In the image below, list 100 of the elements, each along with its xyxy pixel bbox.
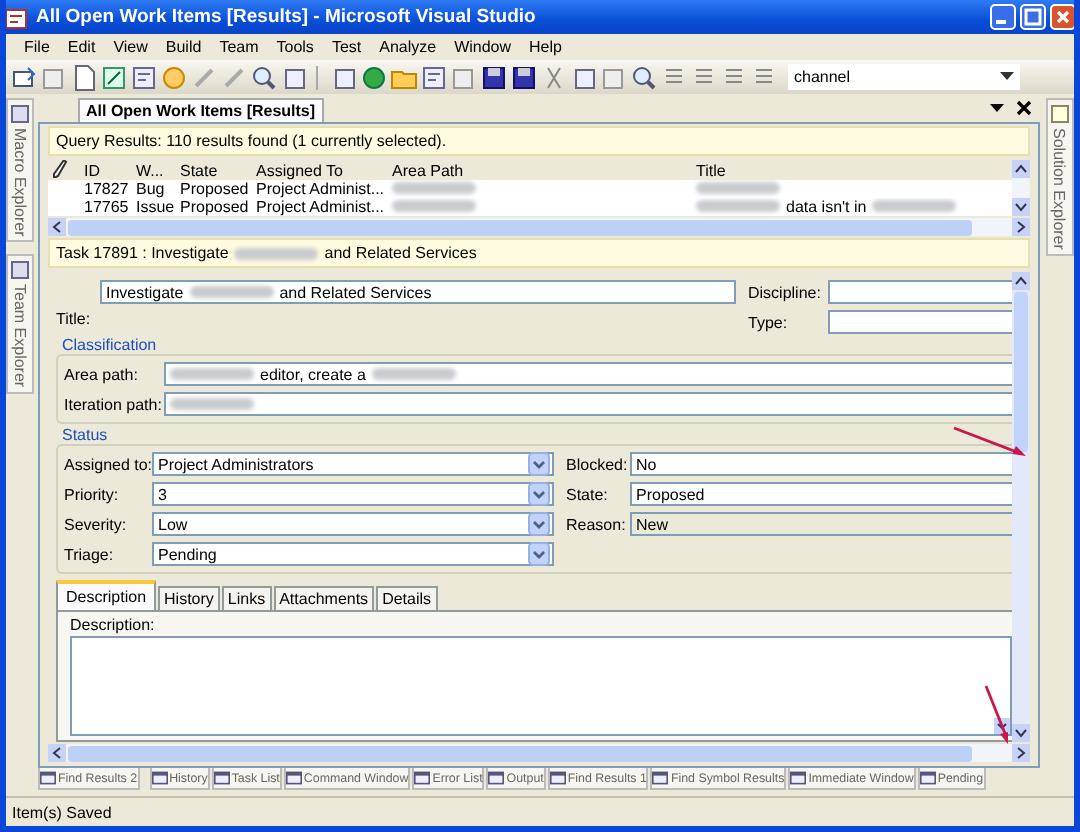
tab[interactable]: Description <box>56 580 157 610</box>
window-icon <box>213 770 230 786</box>
arrow-annotation <box>950 424 1030 460</box>
tab[interactable]: Attachments <box>273 586 375 610</box>
field-label: Assigned to: <box>64 455 152 473</box>
table-cell: Project Administ... <box>256 180 385 198</box>
dropdown-button-icon[interactable] <box>528 452 550 476</box>
text-field[interactable] <box>828 280 1012 304</box>
document-tab[interactable]: All Open Work Items [Results] <box>78 98 324 122</box>
column-header[interactable]: Title <box>692 161 1012 179</box>
text-field[interactable] <box>828 310 1012 334</box>
horizontal-scrollbar[interactable] <box>48 744 1030 762</box>
tab[interactable]: Links <box>221 586 272 610</box>
dropdown-icon[interactable] <box>990 103 1004 113</box>
scroll-right-icon[interactable] <box>1012 744 1030 762</box>
table-cell: Project Administ... <box>256 198 385 216</box>
tool-window-tab[interactable]: Solution Explorer <box>1045 98 1073 256</box>
dropdown-field[interactable]: Proposed <box>630 482 1012 506</box>
menu-item[interactable]: View <box>113 38 148 56</box>
path-field[interactable]: editor, create a <box>164 362 1012 386</box>
horizontal-scrollbar[interactable] <box>48 218 1030 236</box>
description-field[interactable] <box>70 636 1012 736</box>
redacted-text <box>170 368 254 380</box>
window-icon <box>40 770 56 786</box>
section-heading: Classification <box>60 336 159 354</box>
window-icon <box>790 770 807 786</box>
app-icon <box>6 5 28 29</box>
field-label: Type: <box>748 313 790 331</box>
toolbar-icon[interactable] <box>250 63 278 91</box>
window-icon <box>151 770 168 786</box>
dropdown-field[interactable]: 3 <box>152 482 554 506</box>
menu-item[interactable]: Test <box>331 38 362 56</box>
vertical-scrollbar[interactable] <box>1012 160 1030 216</box>
window-icon <box>549 770 566 786</box>
tab[interactable]: Details <box>376 586 438 610</box>
path-field[interactable] <box>164 392 1012 416</box>
vertical-scrollbar[interactable] <box>1012 272 1030 742</box>
window-icon <box>414 770 431 786</box>
menu-item[interactable]: Analyze <box>379 38 437 56</box>
redacted-text <box>392 200 476 212</box>
column-header[interactable]: Area Path <box>388 161 692 179</box>
toolbar-icon[interactable] <box>480 63 508 91</box>
dropdown-field[interactable]: No <box>630 452 1012 476</box>
field-label: Blocked: <box>566 455 630 473</box>
tab[interactable]: History <box>158 586 220 610</box>
column-header[interactable]: W... <box>132 161 176 179</box>
scroll-left-icon[interactable] <box>48 744 66 762</box>
dropdown-button-icon[interactable] <box>528 482 550 506</box>
arrow-annotation <box>982 682 1014 746</box>
field-label: Iteration path: <box>64 395 164 413</box>
field-label: Reason: <box>566 515 628 533</box>
work-item-heading: Task 17891 : Investigate <box>56 244 229 262</box>
redacted-text <box>170 398 254 410</box>
menu-item[interactable]: Build <box>165 38 202 56</box>
tool-window-tab[interactable]: Team Explorer <box>6 254 34 394</box>
toolbar-icon[interactable] <box>10 63 38 91</box>
redacted-text <box>872 200 957 213</box>
tool-window-tab[interactable]: Macro Explorer <box>6 98 34 243</box>
menu-item[interactable]: Window <box>454 38 512 56</box>
scroll-up-icon[interactable] <box>1012 272 1030 290</box>
column-header[interactable]: Assigned To <box>252 161 388 179</box>
window-icon <box>285 770 302 786</box>
scroll-up-icon[interactable] <box>1012 160 1030 178</box>
work-item-heading: and Related Services <box>324 244 477 262</box>
dropdown-field[interactable]: Project Administrators <box>152 452 554 476</box>
dropdown-field[interactable]: Low <box>152 512 554 536</box>
dropdown-button-icon[interactable] <box>528 542 550 566</box>
title-field[interactable]: Investigate and Related Services <box>100 280 736 304</box>
redacted-text <box>189 286 274 298</box>
table-cell: data isn't in <box>786 197 867 216</box>
table-cell: 17765 <box>84 198 129 216</box>
field-label: Description: <box>70 616 157 636</box>
scroll-down-icon[interactable] <box>1012 724 1030 742</box>
menu-item[interactable]: Help <box>529 38 562 56</box>
menu-item[interactable]: File <box>24 38 50 56</box>
scroll-down-icon[interactable] <box>1012 198 1030 216</box>
query-summary: Query Results: 110 results found (1 currently selected). <box>48 126 1030 156</box>
dropdown-field[interactable]: Pending <box>152 542 554 566</box>
menu-item[interactable]: Tools <box>276 38 314 56</box>
dropdown-icon[interactable] <box>1000 72 1014 82</box>
window-title: All Open Work Items [Results] - Microsoft Visual Studio <box>36 6 538 28</box>
close-icon[interactable] <box>1016 100 1032 116</box>
channel-combo[interactable]: channel <box>788 64 1020 90</box>
field-label: Priority: <box>64 485 121 503</box>
scroll-right-icon[interactable] <box>1012 218 1030 236</box>
menu-item[interactable]: Edit <box>67 38 96 56</box>
toolbar-icon[interactable] <box>510 63 538 91</box>
column-header[interactable]: State <box>176 161 252 179</box>
column-header[interactable]: ID <box>80 161 132 179</box>
dropdown-button-icon[interactable] <box>528 512 550 536</box>
field-label: State: <box>566 485 610 503</box>
toolbar-icon[interactable] <box>630 63 658 91</box>
menu-item[interactable]: Team <box>219 38 259 56</box>
window-icon <box>488 770 505 786</box>
table-cell: Bug <box>136 180 165 198</box>
table-cell: Proposed <box>180 180 249 198</box>
scroll-left-icon[interactable] <box>48 218 66 236</box>
maximize-icon[interactable] <box>1020 4 1046 30</box>
field-label: Triage: <box>64 545 116 563</box>
minimize-icon[interactable] <box>990 4 1016 30</box>
